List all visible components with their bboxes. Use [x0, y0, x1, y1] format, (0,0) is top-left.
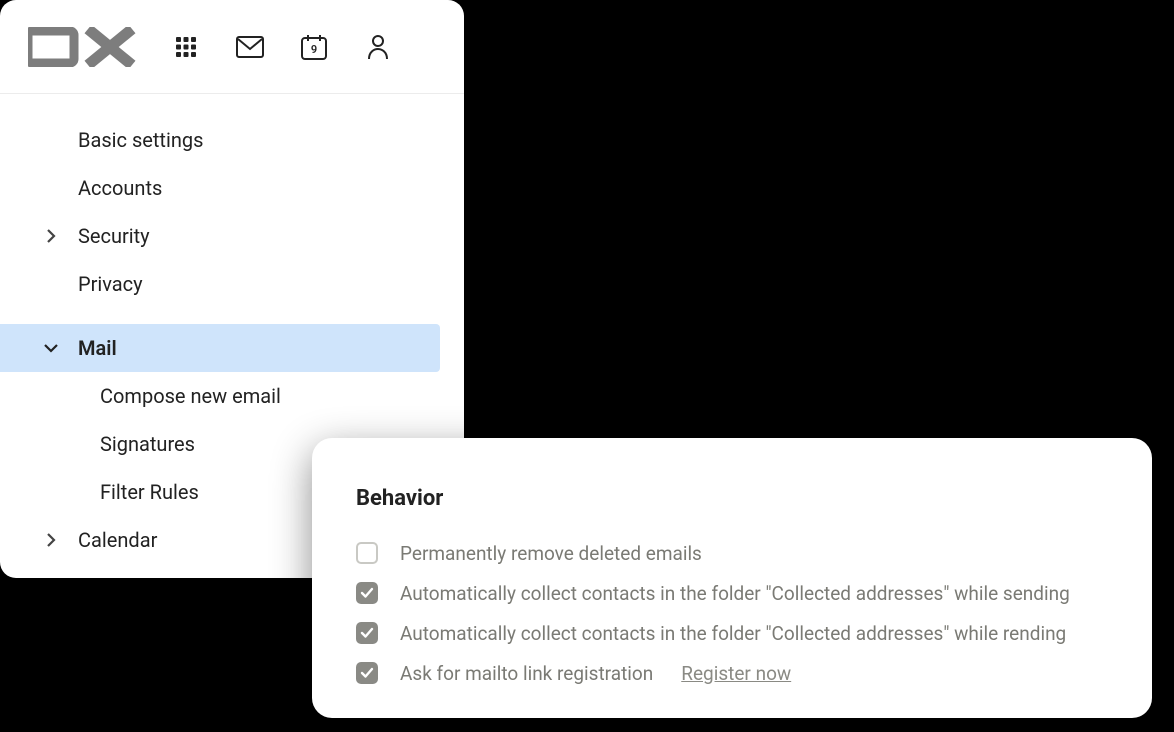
sidebar-item-label: Accounts [78, 176, 162, 200]
sidebar-item-label: Signatures [100, 432, 195, 456]
ox-logo [28, 27, 136, 67]
behavior-option-label: Automatically collect contacts in the fo… [400, 622, 1066, 645]
behavior-option-mailto-registration: Ask for mailto link registration Registe… [356, 653, 1108, 693]
sidebar-item-accounts[interactable]: Accounts [0, 164, 464, 212]
sidebar-item-label: Filter Rules [100, 480, 199, 504]
calendar-icon[interactable]: 9 [300, 33, 328, 61]
sidebar-item-security[interactable]: Security [0, 212, 464, 260]
sidebar-item-label: Security [78, 224, 150, 248]
behavior-option-permanently-remove: Permanently remove deleted emails [356, 533, 1108, 573]
chevron-right-icon [40, 229, 62, 243]
sidebar-item-label: Mail [78, 336, 117, 360]
behavior-section-title: Behavior [356, 486, 1108, 511]
checkbox[interactable] [356, 662, 378, 684]
chevron-down-icon [40, 342, 62, 354]
checkbox[interactable] [356, 622, 378, 644]
sidebar-item-label: Basic settings [78, 128, 203, 152]
sidebar-item-compose-new-email[interactable]: Compose new email [0, 372, 464, 420]
calendar-day-number: 9 [300, 43, 328, 56]
behavior-panel: Behavior Permanently remove deleted emai… [312, 438, 1152, 718]
sidebar-item-basic-settings[interactable]: Basic settings [0, 116, 464, 164]
checkbox[interactable] [356, 582, 378, 604]
sidebar-item-mail[interactable]: Mail [0, 324, 440, 372]
behavior-option-label: Ask for mailto link registration [400, 662, 653, 685]
sidebar-item-privacy[interactable]: Privacy [0, 260, 464, 308]
behavior-option-label: Automatically collect contacts in the fo… [400, 582, 1070, 605]
chevron-right-icon [40, 533, 62, 547]
apps-grid-icon[interactable] [172, 33, 200, 61]
register-now-link[interactable]: Register now [681, 662, 791, 685]
behavior-option-collect-sending: Automatically collect contacts in the fo… [356, 573, 1108, 613]
sidebar-item-label: Compose new email [100, 384, 281, 408]
topbar: 9 [0, 0, 464, 94]
mail-icon[interactable] [236, 33, 264, 61]
behavior-option-label: Permanently remove deleted emails [400, 542, 702, 565]
behavior-option-collect-rending: Automatically collect contacts in the fo… [356, 613, 1108, 653]
sidebar-item-label: Calendar [78, 528, 157, 552]
sidebar-item-label: Privacy [78, 272, 143, 296]
profile-icon[interactable] [364, 33, 392, 61]
checkbox[interactable] [356, 542, 378, 564]
